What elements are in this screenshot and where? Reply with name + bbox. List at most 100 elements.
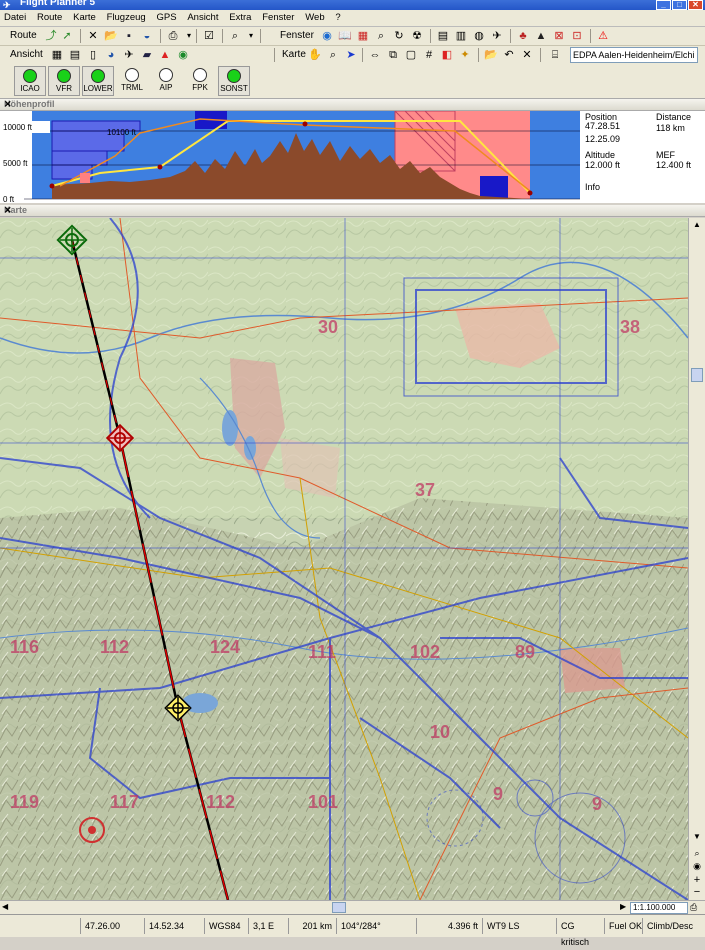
close-map-panel-icon[interactable]: ✕ (4, 205, 701, 216)
camera-icon[interactable]: ⌸ (548, 48, 562, 62)
view-grid-icon[interactable]: ▦ (50, 48, 64, 62)
star-icon[interactable]: ✦ (458, 48, 472, 62)
airfield-input[interactable] (570, 47, 698, 63)
lower-toggle[interactable]: LOWER (82, 66, 114, 96)
zoom-dropdown-icon[interactable]: ▾ (244, 29, 258, 43)
warning-tri-icon[interactable]: ▲ (534, 29, 548, 43)
h-scroll-thumb[interactable] (332, 902, 346, 913)
scroll-thumb[interactable] (691, 368, 703, 382)
grid-number: 116 (10, 637, 39, 657)
zoom-in-icon[interactable]: + (691, 874, 703, 886)
close-map-icon[interactable]: ✕ (520, 48, 534, 62)
weather-icon[interactable]: ♣ (516, 29, 530, 43)
save-icon[interactable]: ▪ (122, 29, 136, 43)
earth-icon[interactable]: ◉ (176, 48, 190, 62)
new-route-icon[interactable]: ⤴ (44, 29, 58, 43)
info-link[interactable]: Info (585, 182, 600, 192)
delete-icon[interactable]: ✕ (86, 29, 100, 43)
globe2-icon[interactable]: ◕ (104, 48, 118, 62)
search-map-icon[interactable]: ⌕ (374, 29, 388, 43)
menu-ansicht[interactable]: Ansicht (183, 10, 222, 23)
view-list-icon[interactable]: ▤ (68, 48, 82, 62)
altitude-value: 12.000 ft (585, 160, 621, 170)
map-canvas[interactable]: 30 38 37 116 112 124 111 102 89 10 9 9 1… (0, 218, 688, 900)
scroll-left-icon[interactable]: ◀ (2, 902, 14, 914)
book-icon[interactable]: 📖 (338, 29, 352, 43)
radar-icon[interactable]: ☢ (410, 29, 424, 43)
folder-icon[interactable]: 📂 (484, 48, 498, 62)
map-horizontal-scrollbar[interactable]: ◀ ▶ 1:1.100.000 ⎙ (0, 900, 705, 915)
device-icon[interactable]: ▯ (86, 48, 100, 62)
flight-icon[interactable]: ✈ (122, 48, 136, 62)
icao-toggle[interactable]: ICAO (14, 66, 46, 96)
vfr-toggle[interactable]: VFR (48, 66, 80, 96)
scale-select[interactable]: 1:1.100.000 (630, 902, 688, 914)
maximize-button[interactable]: □ (672, 0, 687, 10)
plane-list-icon[interactable]: ✈ (490, 29, 504, 43)
table-icon[interactable]: ▤ (436, 29, 450, 43)
close-button[interactable]: ✕ (688, 0, 703, 10)
map-vertical-scrollbar[interactable]: ▲ ▼ ⌕ ◉ + − (688, 218, 705, 900)
flag-icon[interactable]: ▰ (140, 48, 154, 62)
magnifier-icon[interactable]: ⌕ (326, 48, 340, 62)
toolbar-route: Route ⤴ ➚ ✕ 📂 ▪ ◒ ⎙ ▾ ☑ ⌕ ▾ Fenster ◉ 📖 … (0, 27, 705, 46)
print-dropdown-icon[interactable]: ▾ (182, 29, 196, 43)
profile-panel-header: Höhenprofil ✕ (0, 99, 705, 111)
menu-route[interactable]: Route (33, 10, 66, 23)
alt-label-5000: 5000 ft (3, 159, 28, 168)
frame-icon[interactable]: ▢ (404, 48, 418, 62)
fit-width-icon[interactable]: ⇔ (368, 48, 382, 62)
map-panel-header: Karte ✕ (0, 205, 705, 217)
scroll-right-icon[interactable]: ▶ (620, 902, 630, 914)
calculator-icon[interactable]: ▥ (454, 29, 468, 43)
alert-icon[interactable]: ⚠ (596, 29, 610, 43)
hand-icon[interactable]: ✋ (308, 48, 322, 62)
arc-icon[interactable]: ↶ (502, 48, 516, 62)
warning-icon[interactable]: ▲ (158, 48, 172, 62)
globe-icon[interactable]: ◒ (140, 29, 154, 43)
aip-toggle[interactable]: AIP (150, 66, 182, 96)
plane-icon[interactable]: ➤ (344, 48, 358, 62)
zoom-out-icon[interactable]: − (691, 886, 703, 898)
scroll-up-icon[interactable]: ▲ (691, 220, 703, 232)
edit-route-icon[interactable]: ➚ (60, 29, 74, 43)
aviation-map[interactable]: 30 38 37 116 112 124 111 102 89 10 9 9 1… (0, 218, 688, 900)
zoom-fit-icon[interactable]: ⌕ (691, 848, 703, 860)
center-icon[interactable]: ◉ (691, 861, 703, 873)
minimize-button[interactable]: _ (656, 0, 671, 10)
world-icon[interactable]: ◉ (320, 29, 334, 43)
status-fuel: Fuel OK (604, 918, 642, 934)
close-profile-icon[interactable]: ✕ (4, 99, 701, 110)
rotate-icon[interactable]: ↻ (392, 29, 406, 43)
chart-icon[interactable]: ▦ (356, 29, 370, 43)
fenster-toolbar-label: Fenster (280, 30, 314, 41)
status-distance: 201 km (288, 918, 336, 934)
menu-karte[interactable]: Karte (69, 10, 100, 23)
sonst-toggle[interactable]: SONST (218, 66, 250, 96)
fpk-toggle[interactable]: FPK (184, 66, 216, 96)
open-folder-icon[interactable]: 📂 (104, 29, 118, 43)
status-variation: 3,1 E (248, 918, 288, 934)
alt-label-10000: 10000 ft (3, 123, 33, 132)
print-icon[interactable]: ⎙ (166, 29, 180, 43)
scroll-down-icon[interactable]: ▼ (691, 832, 703, 844)
menu-fenster[interactable]: Fenster (258, 10, 298, 23)
graph-icon[interactable]: ⊠ (552, 29, 566, 43)
checklist-icon[interactable]: ☑ (202, 29, 216, 43)
zoom-tool-icon[interactable]: ⌕ (228, 29, 242, 43)
grid-icon[interactable]: # (422, 48, 436, 62)
karte-toolbar-label: Karte (282, 49, 306, 60)
compass-icon[interactable]: ◍ (472, 29, 486, 43)
menu-web[interactable]: Web (301, 10, 328, 23)
layers-icon[interactable]: ◧ (440, 48, 454, 62)
menu-gps[interactable]: GPS (152, 10, 180, 23)
menu-help[interactable]: ? (331, 10, 344, 23)
trml-toggle[interactable]: TRML (116, 66, 148, 96)
menu-extra[interactable]: Extra (225, 10, 255, 23)
print-map-icon[interactable]: ⎙ (690, 902, 702, 914)
menu-flugzeug[interactable]: Flugzeug (103, 10, 150, 23)
status-dot-icon (159, 68, 173, 82)
fit-icon[interactable]: ⧉ (386, 48, 400, 62)
menu-datei[interactable]: Datei (0, 10, 30, 23)
notam-icon[interactable]: ⊡ (570, 29, 584, 43)
